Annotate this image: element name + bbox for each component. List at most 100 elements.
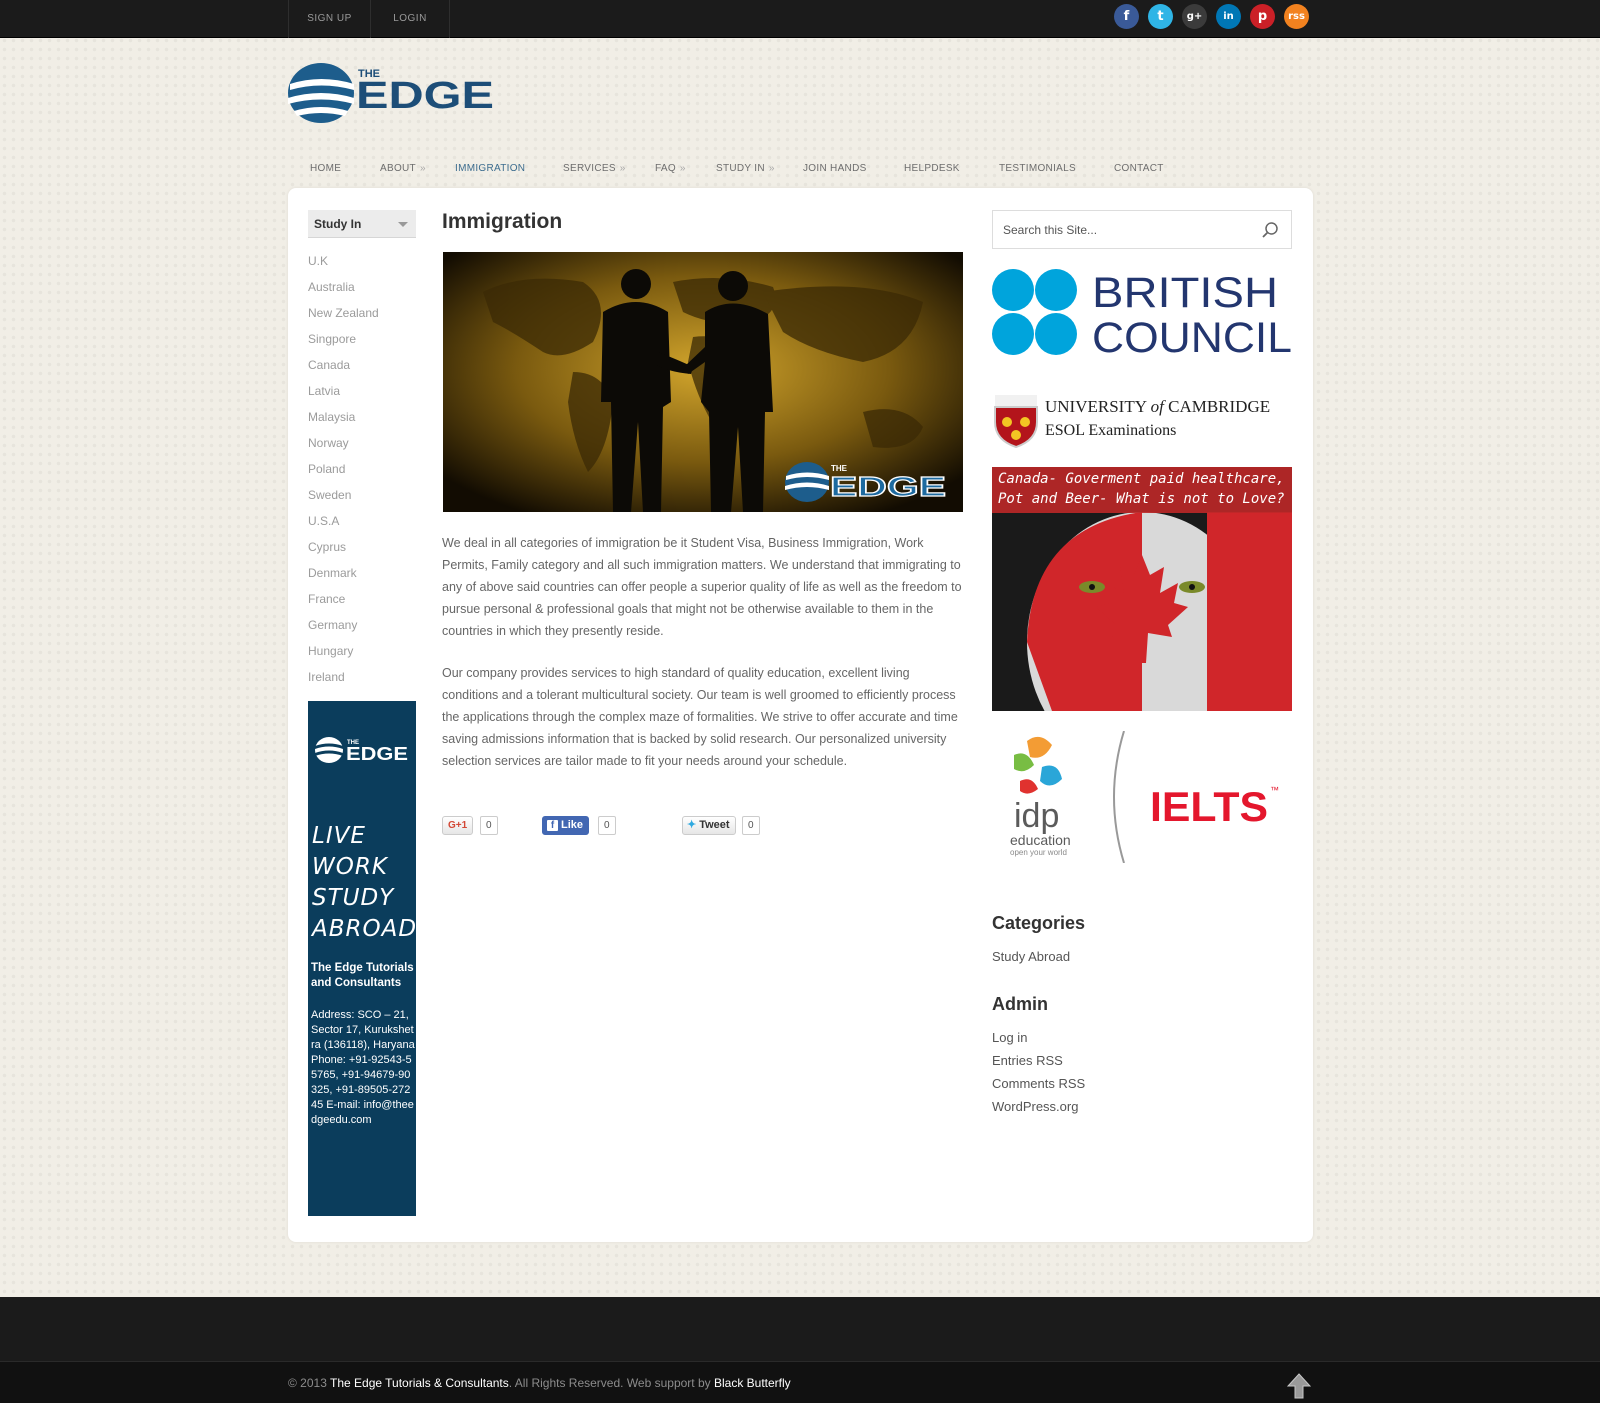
fb-like-button[interactable]: f Like [542, 816, 590, 835]
login-link[interactable]: LOGIN [370, 0, 450, 38]
nav-item-label: JOIN HANDS [803, 163, 867, 174]
study-in-dropdown[interactable]: Study In [308, 210, 416, 238]
rss-icon[interactable]: rss [1284, 4, 1309, 29]
country-link[interactable]: Latvia [308, 384, 340, 398]
support-link[interactable]: Black Butterfly [714, 1376, 791, 1390]
facebook-icon[interactable]: f [1114, 4, 1139, 29]
nav-item-label: TESTIMONIALS [999, 163, 1076, 174]
canada-caption: Canada- Goverment paid healthcare, Pot a… [992, 467, 1292, 513]
banner-tagline: LIVE WORK STUDY ABROAD [312, 821, 417, 945]
twitter-tweet[interactable]: ✦ Tweet 0 [682, 816, 762, 836]
copyright-rights: . All Rights Reserved. Web support by [508, 1376, 711, 1390]
admin-link-comments-rss[interactable]: Comments RSS [992, 1076, 1085, 1091]
page-title: Immigration [442, 210, 563, 233]
tagline-line: STUDY [312, 885, 395, 911]
search-icon[interactable] [1261, 221, 1279, 239]
idp-tagline: open your world [1010, 848, 1067, 857]
tweet-label: Tweet [699, 819, 730, 831]
country-link[interactable]: France [308, 592, 345, 606]
idp-ielts-ad[interactable]: idp education open your world IELTS ™ [992, 731, 1294, 863]
search-input[interactable] [1003, 220, 1243, 240]
cambridge-esol-ad[interactable]: UNIVERSITY of CAMBRIDGE ESOL Examination… [992, 392, 1294, 448]
hero-logo-main: EDGE [830, 471, 946, 502]
facebook-icon: f [547, 820, 558, 831]
gplus-button[interactable]: G+1 [442, 816, 474, 835]
cambridge-line1: UNIVERSITY of CAMBRIDGE [1045, 397, 1270, 416]
top-bar: SIGN UP LOGIN f t g+ in p rss [0, 0, 1600, 38]
banner-logo-main: EDGE [346, 744, 408, 764]
nav-item-home[interactable]: HOME [310, 163, 341, 174]
tagline-line: ABROAD [312, 916, 418, 942]
categories-title: Categories [992, 913, 1086, 933]
back-to-top-icon[interactable] [1287, 1373, 1311, 1399]
site-search [992, 210, 1292, 249]
country-link[interactable]: Ireland [308, 670, 345, 684]
admin-link-wordpress[interactable]: WordPress.org [992, 1099, 1078, 1114]
site-logo[interactable]: THE EDGE [288, 60, 498, 126]
chevron-down-icon [398, 222, 408, 227]
intro-paragraph: We deal in all categories of immigration… [442, 536, 962, 638]
edge-banner-ad[interactable]: THE EDGE LIVE WORK STUDY ABROAD The Edge… [308, 701, 416, 1216]
google-plus-icon[interactable]: g+ [1182, 4, 1207, 29]
nav-item-helpdesk[interactable]: HELPDESK [904, 163, 960, 174]
canada-ad[interactable]: Canada- Goverment paid healthcare, Pot a… [992, 467, 1292, 711]
country-link[interactable]: U.K [308, 254, 328, 268]
nav-item-label: HOME [310, 163, 342, 174]
admin-link-entries-rss[interactable]: Entries RSS [992, 1053, 1063, 1068]
admin-title: Admin [992, 994, 1048, 1014]
nav-item-contact[interactable]: CONTACT [1114, 163, 1164, 174]
submenu-indicator-icon: » [679, 163, 686, 174]
british-council-line2: COUNCIL [1092, 314, 1292, 358]
nav-item-label: CONTACT [1114, 163, 1164, 174]
nav-item-testimonials[interactable]: TESTIMONIALS [999, 163, 1076, 174]
banner-address: Address: SCO – 21, Sector 17, Kurukshetr… [311, 1009, 415, 1126]
country-link[interactable]: Singpore [308, 332, 356, 346]
twitter-icon: ✦ [687, 819, 697, 831]
ielts-logo-text: IELTS [1150, 783, 1268, 830]
tweet-button[interactable]: ✦ Tweet [682, 816, 736, 835]
country-link[interactable]: Norway [308, 436, 349, 450]
nav-item-immigration[interactable]: IMMIGRATION [455, 163, 525, 174]
nav-item-study-in[interactable]: STUDY IN» [716, 163, 775, 174]
british-council-line1: BRITISH [1092, 269, 1278, 317]
country-link[interactable]: Poland [308, 462, 345, 476]
category-link[interactable]: Study Abroad [992, 949, 1070, 964]
country-link[interactable]: Hungary [308, 644, 353, 658]
country-link[interactable]: New Zealand [308, 306, 379, 320]
tagline-line: LIVE [312, 823, 366, 849]
nav-item-join-hands[interactable]: JOIN HANDS [803, 163, 867, 174]
tagline-line: WORK [312, 854, 388, 880]
gplus-count: 0 [480, 816, 498, 835]
dropdown-label: Study In [314, 217, 362, 231]
banner-company: The Edge Tutorials and Consultants [311, 962, 414, 989]
country-link[interactable]: Denmark [308, 566, 357, 580]
signup-link[interactable]: SIGN UP [288, 0, 370, 38]
admin-link-login[interactable]: Log in [992, 1030, 1027, 1045]
nav-item-label: IMMIGRATION [455, 163, 526, 174]
nav-item-faq[interactable]: FAQ» [655, 163, 686, 174]
footer-top [0, 1297, 1600, 1361]
british-council-ad[interactable]: BRITISH COUNCIL [992, 268, 1294, 358]
footer-bottom [0, 1361, 1600, 1403]
pinterest-icon[interactable]: p [1250, 4, 1275, 29]
facebook-like[interactable]: f Like 0 [542, 816, 622, 836]
copyright-company-link[interactable]: The Edge Tutorials & Consultants [330, 1376, 509, 1390]
copyright: © 2013 The Edge Tutorials & Consultants.… [288, 1376, 791, 1390]
fb-like-label: Like [561, 819, 584, 831]
linkedin-icon[interactable]: in [1216, 4, 1241, 29]
country-link[interactable]: U.S.A [308, 514, 339, 528]
hero-image: THE EDGE [443, 252, 963, 512]
country-link[interactable]: Malaysia [308, 410, 355, 424]
country-link[interactable]: Australia [308, 280, 355, 294]
banner-logo: THE EDGE [315, 737, 408, 764]
twitter-icon[interactable]: t [1148, 4, 1173, 29]
country-link[interactable]: Germany [308, 618, 357, 632]
country-link[interactable]: Canada [308, 358, 350, 372]
country-link[interactable]: Sweden [308, 488, 351, 502]
country-link[interactable]: Cyprus [308, 540, 346, 554]
ielts-trademark: ™ [1270, 785, 1279, 795]
company-paragraph: Our company provides services to high st… [442, 666, 958, 768]
nav-item-about[interactable]: ABOUT» [380, 163, 426, 174]
gplus-share[interactable]: G+1 0 [442, 816, 502, 836]
nav-item-services[interactable]: SERVICES» [563, 163, 626, 174]
